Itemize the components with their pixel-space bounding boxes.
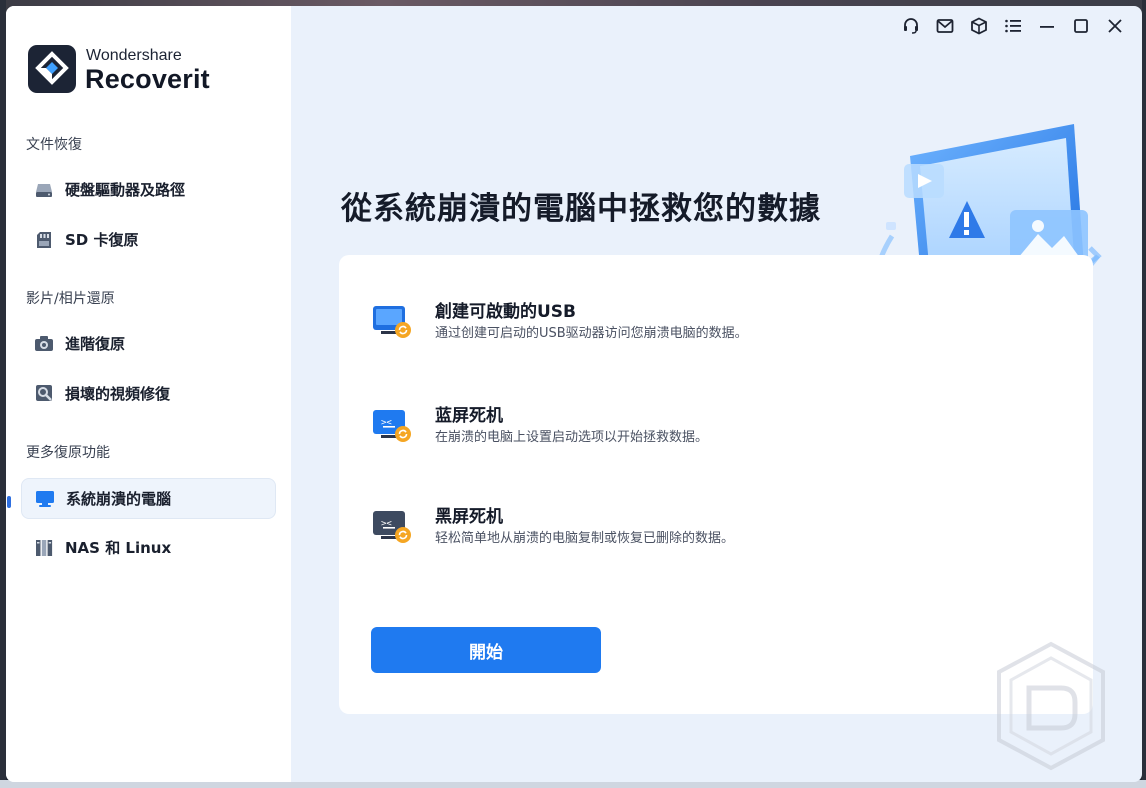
start-button[interactable]: 開始 — [371, 627, 601, 673]
app-window: Wondershare Recoverit 文件恢復 硬盤驅動器及路徑 SD 卡… — [6, 6, 1142, 782]
option-title: 創建可啟動的USB — [435, 302, 577, 322]
sidebar-item-label: 進階復原 — [65, 335, 126, 353]
option-black-screen[interactable]: >< 黑屏死机 轻松简单地从崩溃的电脑复制或恢复已删除的数据。 — [371, 502, 1071, 552]
sd-card-icon — [34, 230, 54, 250]
sidebar-item-nas-linux[interactable]: NAS 和 Linux — [21, 528, 274, 567]
video-repair-icon — [34, 384, 54, 404]
camera-icon — [34, 334, 54, 354]
watermark-logo-icon — [997, 641, 1105, 771]
minimize-icon[interactable] — [1030, 16, 1064, 36]
hard-drive-icon — [34, 180, 54, 200]
option-description: 通过创建可启动的USB驱动器访问您崩溃电脑的数据。 — [435, 326, 748, 341]
sidebar-item-label: 系統崩潰的電腦 — [66, 490, 172, 508]
nas-icon — [34, 538, 54, 558]
active-indicator — [7, 496, 11, 508]
section-label-media-recovery: 影片/相片還原 — [26, 291, 115, 307]
sidebar-item-sd-card[interactable]: SD 卡復原 — [21, 220, 274, 259]
section-label-more-recovery: 更多復原功能 — [26, 445, 110, 461]
headset-icon[interactable] — [894, 16, 928, 36]
option-title: 黑屏死机 — [435, 507, 503, 527]
options-card: 創建可啟動的USB 通过创建可启动的USB驱动器访问您崩溃电脑的数据。 >< 蓝… — [339, 255, 1093, 714]
sidebar-item-crashed-computer[interactable]: 系統崩潰的電腦 — [21, 478, 276, 519]
option-title: 蓝屏死机 — [435, 406, 503, 426]
usb-boot-icon — [373, 306, 411, 338]
sidebar-item-video-repair[interactable]: 損壞的視頻修復 — [21, 374, 274, 413]
sidebar-item-hard-drive[interactable]: 硬盤驅動器及路徑 — [21, 170, 274, 209]
maximize-icon[interactable] — [1064, 16, 1098, 36]
monitor-icon — [35, 489, 55, 509]
blue-screen-icon: >< — [373, 410, 411, 442]
sidebar-item-advanced-recovery[interactable]: 進階復原 — [21, 324, 274, 363]
menu-icon[interactable] — [996, 16, 1030, 36]
mail-icon[interactable] — [928, 16, 962, 36]
sidebar-item-label: 硬盤驅動器及路徑 — [65, 181, 186, 199]
brand-product: Recoverit — [85, 64, 210, 94]
black-screen-icon: >< — [373, 511, 411, 543]
option-blue-screen[interactable]: >< 蓝屏死机 在崩溃的电脑上设置启动选项以开始拯救数据。 — [371, 401, 1071, 451]
close-icon[interactable] — [1098, 16, 1132, 36]
brand-company: Wondershare — [86, 47, 182, 64]
desktop-background-right — [1142, 0, 1146, 788]
sidebar: Wondershare Recoverit 文件恢復 硬盤驅動器及路徑 SD 卡… — [6, 6, 291, 782]
option-bootable-usb[interactable]: 創建可啟動的USB 通过创建可启动的USB驱动器访问您崩溃电脑的数据。 — [371, 297, 1071, 347]
cube-icon[interactable] — [962, 16, 996, 36]
sidebar-item-label: SD 卡復原 — [65, 231, 139, 249]
section-label-file-recovery: 文件恢復 — [26, 137, 82, 153]
recoverit-logo-icon — [28, 45, 76, 93]
option-description: 轻松简单地从崩溃的电脑复制或恢复已删除的数据。 — [435, 531, 735, 546]
sidebar-item-label: NAS 和 Linux — [65, 539, 172, 557]
option-description: 在崩溃的电脑上设置启动选项以开始拯救数据。 — [435, 430, 709, 445]
titlebar-controls — [894, 16, 1132, 36]
page-title: 從系統崩潰的電腦中拯救您的數據 — [341, 191, 821, 227]
sidebar-item-label: 損壞的視頻修復 — [65, 385, 171, 403]
